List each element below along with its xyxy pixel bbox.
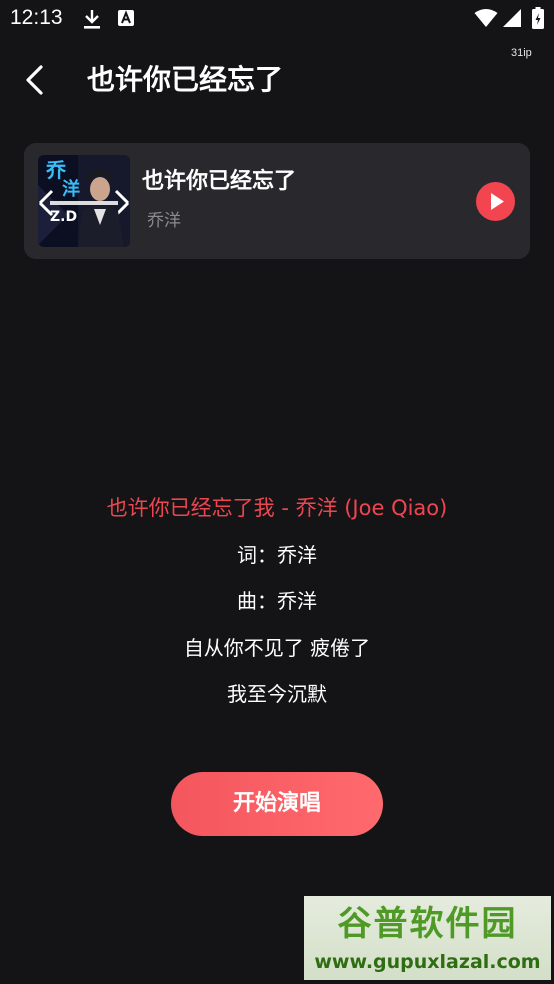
start-singing-button[interactable]: 开始演唱	[171, 772, 383, 836]
lyric-line: 曲：乔洋	[237, 589, 317, 613]
song-title: 也许你已经忘了	[142, 169, 297, 194]
lyric-line: 词：乔洋	[237, 542, 317, 567]
watermark-logo: 谷普软件园 www.gupuxlazal.com	[304, 896, 551, 980]
status-bar: 12:13	[0, 0, 554, 38]
song-artist: 乔洋	[147, 211, 181, 231]
data-speed-indicator: 31ip	[511, 47, 532, 59]
download-icon	[84, 10, 100, 29]
chevron-left-icon	[26, 65, 43, 95]
lyric-line: 我至今沉默	[227, 682, 327, 706]
status-time: 12:13	[10, 6, 63, 29]
lyric-line: 自从你不见了 疲倦了	[183, 635, 371, 660]
song-card[interactable]: 乔 洋 Z.D 也许你已经忘了 乔洋	[24, 143, 530, 259]
svg-text:Z.D: Z.D	[50, 209, 77, 225]
battery-icon	[532, 7, 544, 29]
back-button[interactable]	[20, 62, 52, 98]
play-button[interactable]	[476, 182, 515, 221]
watermark-title: 谷普软件园	[337, 904, 518, 944]
wifi-icon	[474, 9, 498, 27]
album-cover-image: 乔 洋 Z.D	[38, 155, 130, 247]
a-notification-icon	[118, 10, 134, 26]
cellular-signal-icon	[503, 9, 521, 27]
play-icon	[491, 193, 504, 210]
lyric-line-current: 也许你已经忘了我 - 乔洋 (Joe Qiao)	[106, 496, 448, 520]
watermark-url: www.gupuxlazal.com	[314, 951, 541, 973]
page-title: 也许你已经忘了	[87, 63, 284, 96]
svg-text:洋: 洋	[62, 178, 80, 200]
lyrics-panel: 也许你已经忘了我 - 乔洋 (Joe Qiao) 词：乔洋 曲：乔洋 自从你不见…	[0, 488, 554, 721]
